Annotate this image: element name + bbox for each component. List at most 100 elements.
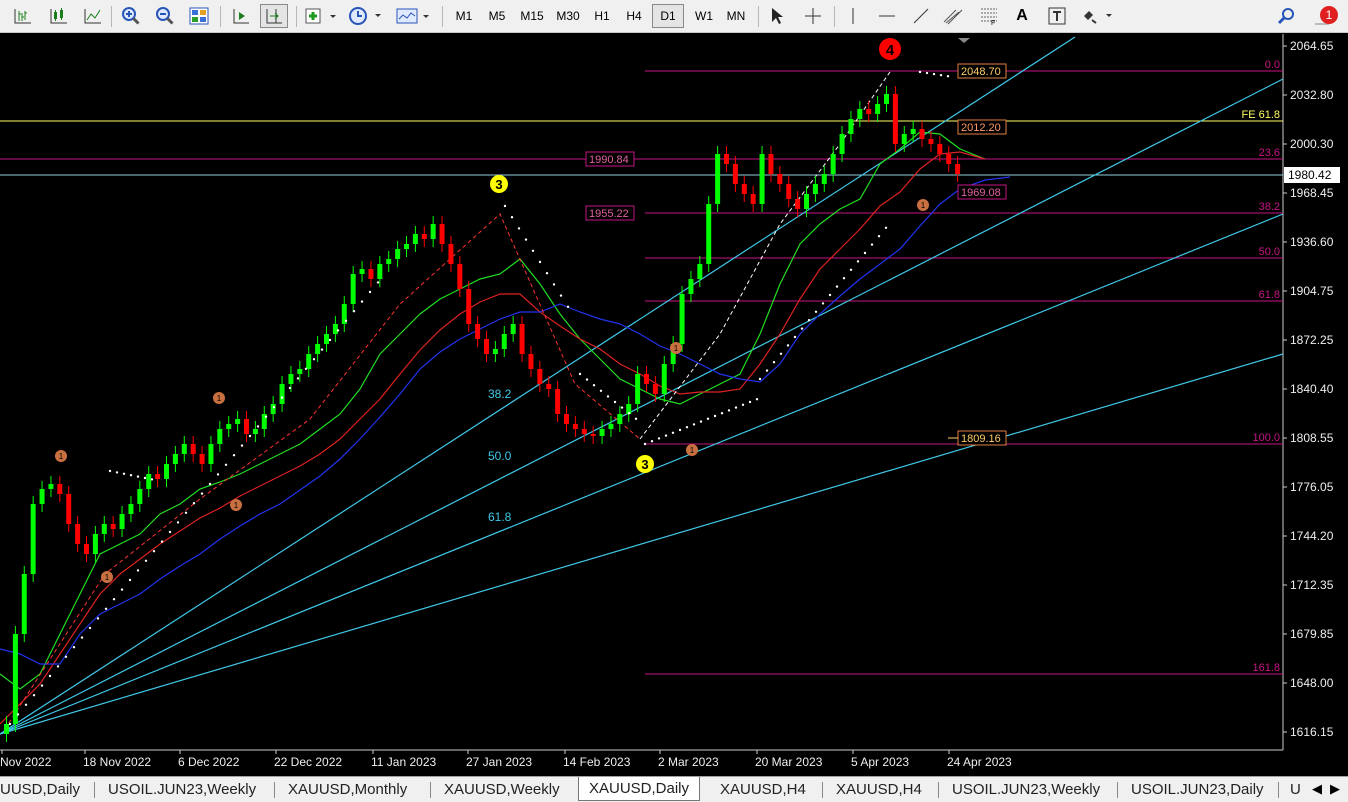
candle-body xyxy=(457,264,463,289)
search-icon[interactable] xyxy=(1274,4,1298,28)
candle-body xyxy=(644,374,649,384)
candle-body xyxy=(4,724,9,734)
chart-canvas[interactable]: 2064.65 2032.80 2000.30 1968.45 1936.60 1904.… xyxy=(0,34,1348,776)
timeframe-mn[interactable]: MN xyxy=(720,4,752,28)
time-axis: Nov 2022 18 Nov 2022 6 Dec 2022 22 Dec 2022… xyxy=(0,750,1012,769)
tab-usoil-jun23-daily[interactable]: USOIL.JUN23,Daily xyxy=(1131,779,1264,801)
timeframe-m5[interactable]: M5 xyxy=(481,4,513,28)
auto-scroll-icon[interactable] xyxy=(228,4,254,28)
candle-body xyxy=(564,414,569,424)
trend-line-icon[interactable] xyxy=(908,4,934,28)
periodicity-icon[interactable] xyxy=(346,4,386,28)
chart-shift-icon[interactable] xyxy=(260,4,288,28)
fibonacci-icon[interactable]: F xyxy=(976,4,1002,28)
candle-body xyxy=(359,269,365,274)
candle-body xyxy=(537,369,543,384)
timeframe-h4[interactable]: H4 xyxy=(618,4,650,28)
templates-icon[interactable] xyxy=(394,4,434,28)
candle-body xyxy=(839,134,845,154)
sar-dot xyxy=(264,415,268,418)
cursor-icon[interactable] xyxy=(764,4,790,28)
tab-uusd-daily[interactable]: UUSD,Daily xyxy=(0,779,80,801)
vertical-line-icon[interactable] xyxy=(840,4,866,28)
tab-xauusd-h4-2[interactable]: XAUUSD,H4 xyxy=(836,779,922,801)
channel-icon[interactable] xyxy=(940,4,968,28)
fibonacci-level-labels: 0.0 23.6 38.2 50.0 61.8 100.0 161.8 xyxy=(1252,59,1280,674)
fan-level-50: 50.0 xyxy=(488,449,512,463)
sar-dot xyxy=(566,305,570,308)
indicators-icon[interactable] xyxy=(302,4,340,28)
sar-dot xyxy=(870,243,874,246)
timeframe-m30[interactable]: M30 xyxy=(550,4,586,28)
sar-dot xyxy=(620,406,624,409)
zoom-in-icon[interactable] xyxy=(118,4,144,28)
tab-xauusd-weekly[interactable]: XAUUSD,Weekly xyxy=(444,779,560,801)
candle-body xyxy=(555,389,561,414)
sar-dot xyxy=(40,684,44,687)
candle-body xyxy=(252,429,258,434)
current-price-label: 1980.42 xyxy=(1288,168,1332,182)
sar-dot xyxy=(613,400,617,404)
line-chart-icon[interactable] xyxy=(80,4,106,28)
price-tag-1969: 1969.08 xyxy=(961,187,1001,199)
fibonacci-fan[interactable] xyxy=(0,36,1284,735)
crosshair-icon[interactable] xyxy=(800,4,826,28)
sar-dot xyxy=(16,713,20,716)
tabs-scroll-right-icon[interactable]: ▶ xyxy=(1330,781,1340,797)
candle-body xyxy=(741,184,747,194)
candlestick-icon[interactable] xyxy=(46,4,72,28)
notifications-icon[interactable]: 1 xyxy=(1308,4,1342,28)
tab-usoil-jun23-weekly[interactable]: USOIL.JUN23,Weekly xyxy=(108,779,256,801)
tab-xauusd-h4-1[interactable]: XAUUSD,H4 xyxy=(720,779,806,801)
candle-body xyxy=(608,424,614,429)
sar-dot xyxy=(192,502,196,505)
price-tick-label: 1776.05 xyxy=(1290,480,1334,494)
candle-body xyxy=(590,434,596,436)
tab-truncated[interactable]: U xyxy=(1290,779,1301,801)
candle-body xyxy=(279,384,285,404)
sar-dot xyxy=(296,377,300,380)
tile-windows-icon[interactable] xyxy=(186,4,212,28)
timeframe-w1[interactable]: W1 xyxy=(688,4,720,28)
candle-body xyxy=(528,354,534,369)
sar-dot xyxy=(918,70,922,74)
fibonacci-retracement[interactable] xyxy=(0,70,1283,675)
candle-body xyxy=(697,264,703,279)
price-axis: 2064.65 2032.80 2000.30 1968.45 1936.60 1904.… xyxy=(1283,39,1334,739)
candle-body xyxy=(110,524,116,529)
sar-dot xyxy=(108,469,112,473)
sar-dot xyxy=(184,511,188,514)
tabs-scroll-left-icon[interactable]: ◀ xyxy=(1312,781,1322,797)
tab-xauusd-daily[interactable]: XAUUSD,Daily xyxy=(578,777,701,801)
sar-dot xyxy=(96,617,100,620)
zoom-out-icon[interactable] xyxy=(152,4,178,28)
timeframe-d1[interactable]: D1 xyxy=(652,4,684,28)
price-chart[interactable]: 2064.65 2032.80 2000.30 1968.45 1936.60 1904.… xyxy=(0,34,1348,776)
candle-body xyxy=(519,324,525,354)
candle-body xyxy=(857,109,863,119)
sar-dot xyxy=(352,310,356,313)
candle-body xyxy=(830,154,836,174)
sar-dot xyxy=(368,290,372,294)
sar-dot xyxy=(685,426,689,429)
bar-chart-icon[interactable] xyxy=(10,4,36,28)
sar-dot xyxy=(128,578,132,582)
timeframe-m15[interactable]: M15 xyxy=(514,4,550,28)
arrows-icon[interactable] xyxy=(1078,4,1118,28)
candle-body xyxy=(706,204,712,264)
fib-level-50: 50.0 xyxy=(1259,246,1280,258)
candle-body xyxy=(164,464,169,479)
text-tool-icon[interactable]: A xyxy=(1010,4,1034,28)
tab-usoil-jun23-weekly-2[interactable]: USOIL.JUN23,Weekly xyxy=(952,779,1100,801)
text-label-icon[interactable] xyxy=(1044,4,1070,28)
candlestick-series[interactable] xyxy=(4,86,961,742)
horizontal-line-icon[interactable] xyxy=(874,4,900,28)
time-tick-label: 14 Feb 2023 xyxy=(563,755,631,769)
timeframe-h1[interactable]: H1 xyxy=(586,4,618,28)
tab-xauusd-monthly[interactable]: XAUUSD,Monthly xyxy=(288,779,407,801)
candle-body xyxy=(217,429,223,444)
sar-dot xyxy=(216,473,220,476)
candle-body xyxy=(244,419,249,434)
price-tick-label: 1904.75 xyxy=(1290,284,1334,298)
timeframe-m1[interactable]: M1 xyxy=(448,4,480,28)
